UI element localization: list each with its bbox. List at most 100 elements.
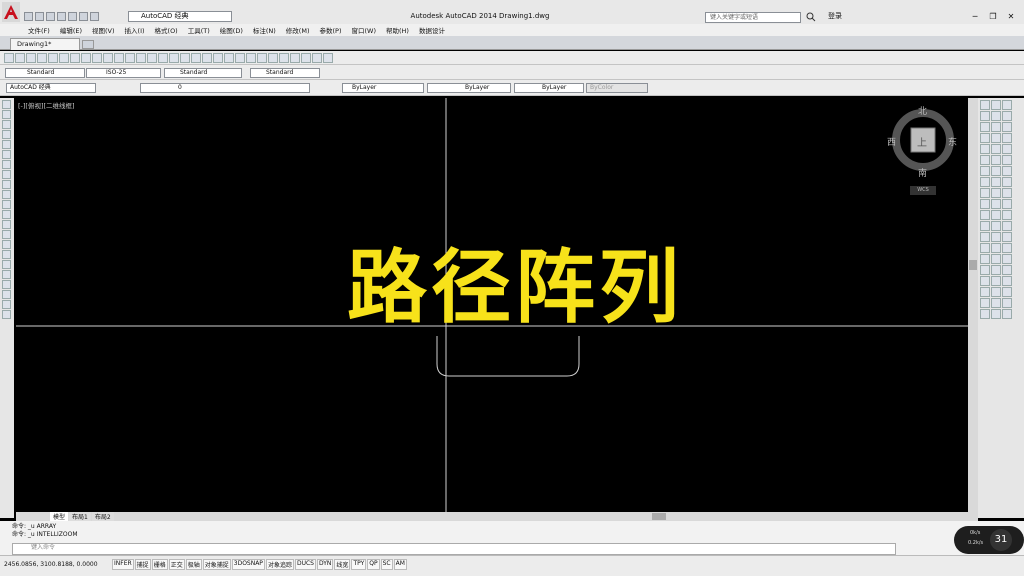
modify-tool-icon[interactable]	[1002, 243, 1012, 253]
modify-tool-icon[interactable]	[991, 133, 1001, 143]
status-toggle[interactable]: 极轴	[185, 559, 202, 570]
standard-tool-icon[interactable]	[158, 52, 168, 63]
draw-tool-icon[interactable]	[2, 310, 11, 319]
standard-tool-icon[interactable]	[246, 52, 256, 63]
menu-draw[interactable]: 绘图(D)	[220, 25, 243, 35]
modify-tool-icon[interactable]	[991, 232, 1001, 242]
modify-tool-icon[interactable]	[1002, 111, 1012, 121]
draw-tool-icon[interactable]	[2, 280, 11, 289]
command-input[interactable]: 键入命令	[12, 543, 896, 555]
help-search-input[interactable]: 键入关键字或短语	[705, 12, 801, 23]
modify-tool-icon[interactable]	[980, 254, 990, 264]
modify-tool-icon[interactable]	[991, 122, 1001, 132]
modify-tool-icon[interactable]	[980, 276, 990, 286]
draw-tool-icon[interactable]	[2, 190, 11, 199]
modify-tool-icon[interactable]	[980, 144, 990, 154]
modify-tool-icon[interactable]	[991, 177, 1001, 187]
status-toggle[interactable]: 3DOSNAP	[231, 559, 265, 570]
menu-tools[interactable]: 工具(T)	[188, 25, 210, 35]
menu-window[interactable]: 窗口(W)	[351, 25, 376, 35]
tab-drawing1[interactable]: Drawing1*	[10, 38, 80, 50]
modify-tool-icon[interactable]	[980, 111, 990, 121]
modify-tool-icon[interactable]	[1002, 265, 1012, 275]
layer-dropdown[interactable]: 0	[140, 83, 310, 93]
standard-tool-icon[interactable]	[323, 52, 333, 63]
compass-east[interactable]: 东	[948, 135, 957, 148]
close-button[interactable]: ✕	[1004, 12, 1018, 22]
modify-tool-icon[interactable]	[991, 309, 1001, 319]
standard-tool-icon[interactable]	[169, 52, 179, 63]
standard-tool-icon[interactable]	[268, 52, 278, 63]
compass-south[interactable]: 南	[918, 166, 927, 179]
modify-tool-icon[interactable]	[980, 232, 990, 242]
modify-tool-icon[interactable]	[980, 133, 990, 143]
modify-tool-icon[interactable]	[991, 210, 1001, 220]
modify-tool-icon[interactable]	[980, 221, 990, 231]
modify-tool-icon[interactable]	[1002, 298, 1012, 308]
status-toggle[interactable]: 对象追踪	[265, 559, 294, 570]
modify-tool-icon[interactable]	[991, 188, 1001, 198]
save-as-icon[interactable]	[57, 11, 66, 21]
tab-model[interactable]: 模型	[50, 512, 69, 521]
dim-style-dropdown[interactable]: ISO-25	[86, 68, 161, 78]
modify-tool-icon[interactable]	[1002, 155, 1012, 165]
autocad-logo-icon[interactable]	[2, 2, 20, 22]
standard-tool-icon[interactable]	[37, 52, 47, 63]
draw-tool-icon[interactable]	[2, 140, 11, 149]
menu-insert[interactable]: 插入(I)	[125, 25, 145, 35]
modify-tool-icon[interactable]	[991, 265, 1001, 275]
tab-layout1[interactable]: 布局1	[69, 512, 91, 521]
standard-tool-icon[interactable]	[213, 52, 223, 63]
draw-tool-icon[interactable]	[2, 100, 11, 109]
maximize-button[interactable]: ❐	[986, 12, 1000, 22]
text-style-dropdown[interactable]: Standard	[5, 68, 85, 78]
draw-tool-icon[interactable]	[2, 250, 11, 259]
modify-tool-icon[interactable]	[1002, 221, 1012, 231]
standard-tool-icon[interactable]	[70, 52, 80, 63]
status-toggle[interactable]: SC	[380, 559, 393, 570]
status-toggle[interactable]: TPY	[351, 559, 367, 570]
standard-tool-icon[interactable]	[235, 52, 245, 63]
minimize-button[interactable]: ─	[968, 12, 982, 22]
table-style-dropdown[interactable]: Standard	[164, 68, 242, 78]
status-toggle[interactable]: 对象捕捉	[202, 559, 231, 570]
modify-tool-icon[interactable]	[1002, 144, 1012, 154]
draw-tool-icon[interactable]	[2, 220, 11, 229]
standard-tool-icon[interactable]	[202, 52, 212, 63]
redo-icon[interactable]	[90, 11, 99, 21]
modify-tool-icon[interactable]	[1002, 210, 1012, 220]
modify-tool-icon[interactable]	[1002, 100, 1012, 110]
draw-tool-icon[interactable]	[2, 170, 11, 179]
draw-tool-icon[interactable]	[2, 270, 11, 279]
status-toggle[interactable]: 线宽	[334, 559, 351, 570]
modify-tool-icon[interactable]	[980, 100, 990, 110]
modify-tool-icon[interactable]	[980, 243, 990, 253]
standard-tool-icon[interactable]	[147, 52, 157, 63]
compass-west[interactable]: 西	[887, 135, 896, 148]
modify-tool-icon[interactable]	[1002, 232, 1012, 242]
modify-tool-icon[interactable]	[980, 265, 990, 275]
compass-north[interactable]: 北	[918, 104, 927, 117]
menu-data-design[interactable]: 数据设计	[419, 25, 445, 35]
standard-tool-icon[interactable]	[224, 52, 234, 63]
menu-format[interactable]: 格式(O)	[155, 25, 178, 35]
modify-tool-icon[interactable]	[991, 100, 1001, 110]
modify-tool-icon[interactable]	[991, 287, 1001, 297]
draw-tool-icon[interactable]	[2, 150, 11, 159]
standard-tool-icon[interactable]	[290, 52, 300, 63]
status-toggle[interactable]: 正交	[168, 559, 185, 570]
modify-tool-icon[interactable]	[980, 287, 990, 297]
menu-dimension[interactable]: 标注(N)	[253, 25, 276, 35]
modify-tool-icon[interactable]	[991, 155, 1001, 165]
standard-tool-icon[interactable]	[180, 52, 190, 63]
standard-tool-icon[interactable]	[59, 52, 69, 63]
modify-tool-icon[interactable]	[1002, 309, 1012, 319]
draw-tool-icon[interactable]	[2, 210, 11, 219]
modify-tool-icon[interactable]	[980, 122, 990, 132]
draw-tool-icon[interactable]	[2, 200, 11, 209]
standard-tool-icon[interactable]	[312, 52, 322, 63]
standard-tool-icon[interactable]	[125, 52, 135, 63]
modify-tool-icon[interactable]	[1002, 166, 1012, 176]
draw-tool-icon[interactable]	[2, 290, 11, 299]
draw-tool-icon[interactable]	[2, 130, 11, 139]
